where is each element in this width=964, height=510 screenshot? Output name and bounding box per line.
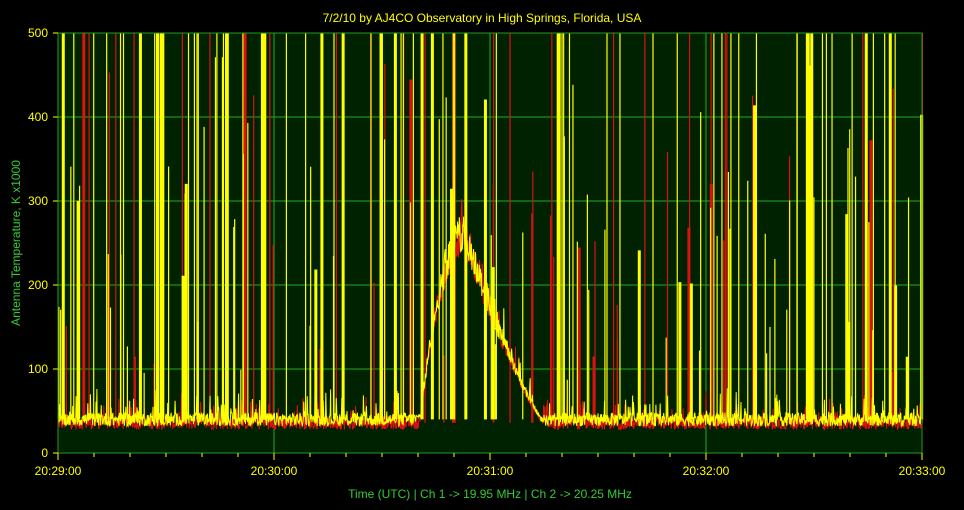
y-tick-label: 0 [41,446,48,460]
x-tick-label: 20:29:00 [35,464,82,478]
x-axis-label: Time (UTC) | Ch 1 -> 19.95 MHz | Ch 2 ->… [348,487,632,501]
x-tick-label: 20:32:00 [683,464,730,478]
x-tick-label: 20:31:00 [467,464,514,478]
chart-svg: 0 100 200 300 400 500 20:29:00 20:30:00 20:31:00… [9,11,946,501]
chart-root: 0 100 200 300 400 500 20:29:00 20:30:00 20:31:00… [0,0,964,510]
y-tick-label: 400 [28,110,48,124]
x-tick-label: 20:33:00 [899,464,946,478]
y-tick-label: 500 [28,26,48,40]
y-tick-label: 300 [28,194,48,208]
x-tick-label: 20:30:00 [251,464,298,478]
y-tick-label: 100 [28,362,48,376]
y-tick-label: 200 [28,278,48,292]
chart-title: 7/2/10 by AJ4CO Observatory in High Spri… [323,11,642,25]
y-axis-label: Antenna Temperature, K x1000 [9,160,23,326]
